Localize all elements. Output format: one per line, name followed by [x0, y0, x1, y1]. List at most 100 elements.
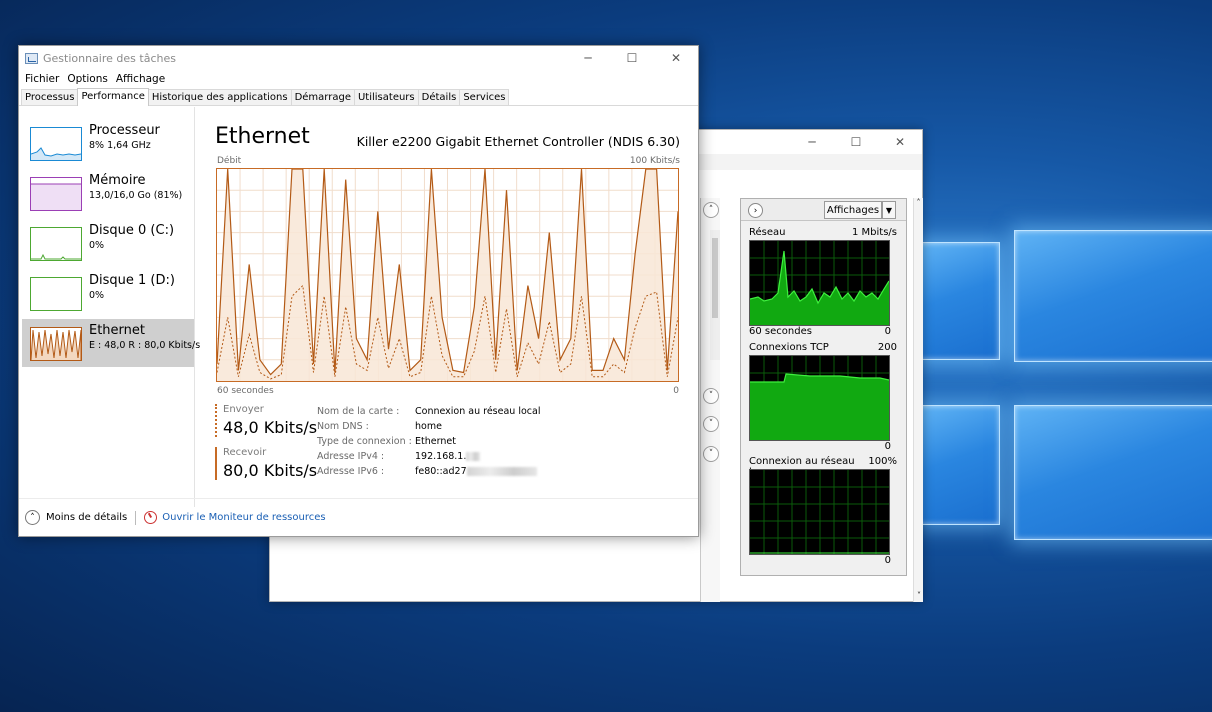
graph-max: 200: [877, 342, 897, 353]
minimize-icon[interactable]: ─: [790, 130, 834, 154]
footer: ˄ Moins de détails Ouvrir le Moniteur de…: [19, 498, 698, 536]
minimize-icon[interactable]: ─: [566, 46, 610, 70]
local-network-graph: Connexion au réseau lo... 100% 0: [749, 456, 897, 568]
less-details-button[interactable]: Moins de détails: [46, 512, 127, 523]
detail-key: Nom de la carte :: [317, 406, 400, 417]
detail-value: fe80::ad27: [415, 466, 467, 477]
detail-value: Ethernet: [415, 436, 456, 447]
chevron-up-icon[interactable]: ˄: [914, 198, 923, 207]
send-value: 48,0 Kbits/s: [223, 418, 318, 437]
processor-thumbnail: [30, 127, 82, 161]
sidebar-item-ethernet[interactable]: Ethernet E : 48,0 R : 80,0 Kbits/s: [22, 319, 200, 367]
sidebar-item-label: Disque 0 (C:): [89, 223, 175, 238]
redacted-text: [466, 452, 481, 461]
scroll-thumb[interactable]: [712, 238, 718, 318]
network-graph-svg: [749, 241, 890, 325]
detail-value: 192.168.1.: [415, 451, 467, 462]
receive-stat: Recevoir 80,0 Kbits/s: [215, 447, 317, 480]
close-icon[interactable]: ✕: [878, 130, 922, 154]
page-title: Ethernet: [215, 124, 310, 149]
graph-max-label: 100 Kbits/s: [629, 156, 680, 166]
sidebar-item-label: Ethernet: [89, 323, 145, 338]
chevron-down-icon[interactable]: ˅: [914, 591, 924, 600]
chevron-down-icon[interactable]: ˅: [703, 416, 719, 432]
tab-app-history[interactable]: Historique des applications: [147, 89, 292, 105]
chevron-down-icon[interactable]: ˅: [703, 446, 719, 462]
sidebar-item-value: 0%: [89, 290, 105, 301]
detail-value: home: [415, 421, 442, 432]
menu-view[interactable]: Affichage: [116, 73, 165, 85]
connection-details: Nom de la carte : Connexion au réseau loc…: [317, 404, 540, 479]
graph-max: 1 Mbits/s: [851, 227, 897, 238]
sidebar-item-label: Processeur: [89, 123, 160, 138]
view-button[interactable]: Affichages: [824, 201, 882, 219]
detail-key: Adresse IPv4 :: [317, 451, 385, 462]
task-manager-window[interactable]: Gestionnaire des tâches ─ ☐ ✕ Fichier Op…: [18, 45, 699, 537]
graph-min-label: 0: [673, 386, 679, 396]
graph-foot-right: 0: [884, 555, 891, 566]
graph-title: Réseau: [749, 227, 786, 238]
tcp-graph-svg: [750, 356, 890, 440]
tab-performance[interactable]: Performance: [77, 88, 149, 106]
sidebar-item-label: Mémoire: [89, 173, 146, 188]
graph-title: Connexions TCP: [749, 342, 829, 353]
tab-processes[interactable]: Processus: [21, 89, 79, 105]
performance-sidebar: Processeur 8% 1,64 GHz Mémoire 13,0/16,0…: [19, 107, 200, 507]
receive-label: Recevoir: [223, 447, 267, 458]
chevron-up-icon[interactable]: ˄: [25, 510, 40, 525]
window-title: Gestionnaire des tâches: [43, 51, 176, 65]
tab-startup[interactable]: Démarrage: [290, 89, 355, 105]
graph-foot-left: 60 secondes: [749, 326, 812, 337]
maximize-icon[interactable]: ☐: [610, 46, 654, 70]
send-stat: Envoyer 48,0 Kbits/s: [215, 404, 317, 437]
menu-options[interactable]: Options: [67, 73, 108, 85]
local-network-graph-svg: [750, 470, 889, 554]
tab-details[interactable]: Détails: [417, 89, 461, 105]
sidebar-item-value: 8% 1,64 GHz: [89, 140, 151, 151]
throughput-graph: [216, 168, 679, 382]
tab-bar: Processus Performance Historique des app…: [19, 88, 698, 106]
resource-monitor-icon: [144, 511, 158, 524]
close-icon[interactable]: ✕: [654, 46, 698, 70]
open-resource-monitor-link[interactable]: Ouvrir le Moniteur de ressources: [162, 512, 325, 523]
throughput-chart: [216, 168, 679, 381]
sidebar-item-memory[interactable]: Mémoire 13,0/16,0 Go (81%): [22, 169, 194, 217]
sidebar-item-disk-1[interactable]: Disque 1 (D:) 0%: [22, 269, 194, 317]
sidebar-item-disk-0[interactable]: Disque 0 (C:) 0%: [22, 219, 194, 267]
sidebar-item-value: 0%: [89, 240, 105, 251]
adapter-name: Killer e2200 Gigabit Ethernet Controller…: [356, 134, 680, 149]
chevron-right-icon[interactable]: ›: [748, 203, 763, 218]
tcp-connections-graph: Connexions TCP 200 0: [749, 342, 897, 454]
list-scrollbar[interactable]: [710, 230, 720, 360]
network-graph: Réseau 1 Mbits/s 60 secondes 0: [749, 227, 897, 339]
detail-key: Nom DNS :: [317, 421, 369, 432]
graph-panel-header: › Affichages ▼: [741, 199, 906, 221]
sidebar-item-processor[interactable]: Processeur 8% 1,64 GHz: [22, 119, 194, 167]
tm-titlebar[interactable]: Gestionnaire des tâches ─ ☐ ✕: [19, 46, 698, 70]
tab-users[interactable]: Utilisateurs: [353, 89, 419, 105]
detail-key: Adresse IPv6 :: [317, 466, 385, 477]
graph-time-label: 60 secondes: [217, 386, 274, 396]
tab-services[interactable]: Services: [459, 89, 510, 105]
detail-value: Connexion au réseau local: [415, 406, 541, 417]
menubar: Fichier Options Affichage: [19, 70, 698, 88]
sidebar-item-value: E : 48,0 R : 80,0 Kbits/s: [89, 340, 201, 351]
redacted-text: [466, 467, 537, 476]
detail-key: Type de connexion :: [317, 436, 412, 447]
ethernet-thumbnail: [30, 327, 82, 361]
resmon-graph-panel: › Affichages ▼ Réseau 1 Mbits/s 60 second…: [740, 198, 907, 576]
windows-logo: [918, 210, 1212, 590]
graph-foot-right: 0: [884, 326, 891, 337]
menu-file[interactable]: Fichier: [25, 73, 59, 85]
send-label: Envoyer: [223, 404, 264, 415]
maximize-icon[interactable]: ☐: [834, 130, 878, 154]
view-dropdown-icon[interactable]: ▼: [882, 201, 896, 219]
graph-title: Connexion au réseau lo...: [749, 456, 855, 478]
sidebar-item-value: 13,0/16,0 Go (81%): [89, 190, 183, 201]
task-manager-icon: [25, 52, 38, 64]
chevron-up-icon[interactable]: ˄: [703, 202, 719, 218]
vertical-scrollbar[interactable]: ˄ ˅: [913, 198, 923, 602]
chevron-down-icon[interactable]: ˅: [703, 388, 719, 404]
memory-thumbnail: [30, 177, 82, 211]
graph-max: 100%: [868, 456, 897, 467]
